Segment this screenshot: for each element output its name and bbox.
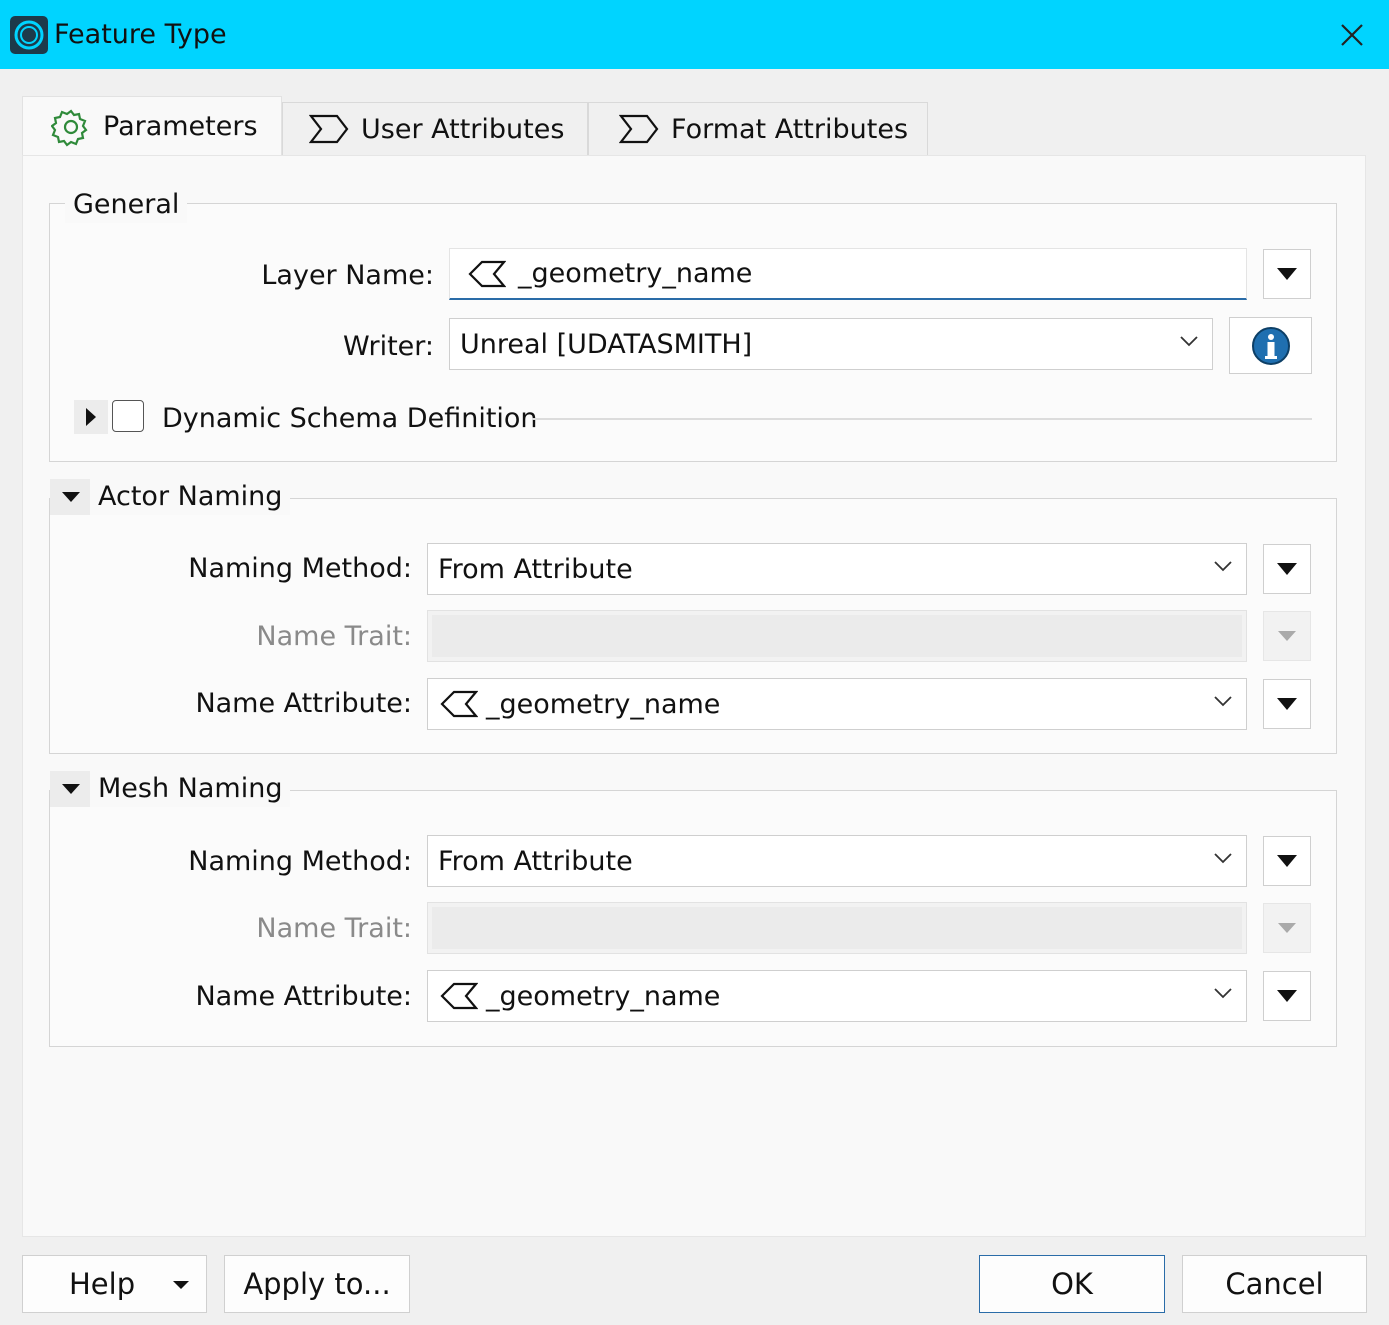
chevron-down-icon: [1214, 853, 1232, 864]
sigma-icon: [619, 114, 659, 144]
actor-name-trait-menu-button: [1263, 611, 1311, 661]
dynamic-schema-checkbox[interactable]: [112, 400, 144, 432]
actor-name-attribute-value: _geometry_name: [486, 688, 721, 720]
triangle-down-icon: [1277, 268, 1297, 280]
info-icon: [1251, 326, 1290, 365]
triangle-down-icon: [1277, 698, 1297, 710]
tab-user-attributes[interactable]: User Attributes: [282, 102, 588, 155]
writer-value: Unreal [UDATASMITH]: [460, 328, 753, 360]
triangle-down-icon: [1277, 990, 1297, 1002]
gear-icon: [51, 107, 91, 147]
triangle-right-icon: [86, 408, 96, 426]
triangle-down-icon: [62, 784, 80, 794]
actor-naming-group: Actor Naming Naming Method: From Attribu…: [49, 479, 1337, 754]
chevron-down-icon: [1180, 336, 1198, 347]
actor-naming-method-menu-button[interactable]: [1263, 544, 1311, 594]
apply-to-button[interactable]: Apply to...: [224, 1255, 410, 1313]
general-group-title: General: [65, 187, 188, 223]
actor-naming-collapse[interactable]: [50, 479, 92, 515]
layer-name-menu-button[interactable]: [1263, 249, 1311, 299]
writer-info-button[interactable]: [1229, 317, 1312, 374]
mesh-name-trait-menu-button: [1263, 903, 1311, 953]
triangle-down-icon: [173, 1281, 189, 1289]
help-button-label: Help: [69, 1267, 136, 1301]
title-bar: Feature Type: [0, 0, 1389, 69]
mesh-name-attribute-label: Name Attribute:: [195, 981, 412, 1012]
sigma-icon: [309, 114, 349, 144]
actor-name-trait-label: Name Trait:: [256, 621, 412, 652]
parameters-panel: General Layer Name: _geometry_name Write…: [22, 155, 1366, 1237]
mesh-name-trait-label: Name Trait:: [256, 913, 412, 944]
writer-label: Writer:: [342, 331, 434, 362]
cancel-button-label: Cancel: [1225, 1267, 1324, 1301]
mesh-naming-collapse[interactable]: [50, 771, 92, 807]
triangle-down-icon: [1278, 923, 1296, 933]
tab-format-attributes[interactable]: Format Attributes: [588, 102, 928, 155]
window-title: Feature Type: [54, 19, 227, 50]
dynamic-schema-label: Dynamic Schema Definition: [162, 403, 538, 434]
tab-parameters[interactable]: Parameters: [22, 96, 282, 156]
tab-parameters-label: Parameters: [103, 111, 258, 142]
mesh-name-trait-field: [427, 902, 1247, 954]
general-group: General Layer Name: _geometry_name Write…: [49, 187, 1337, 462]
attribute-icon: [468, 260, 506, 288]
attribute-icon: [440, 690, 478, 718]
attribute-icon: [440, 982, 478, 1010]
layer-name-value: _geometry_name: [518, 258, 753, 289]
triangle-down-icon: [1277, 563, 1297, 575]
layer-name-field[interactable]: _geometry_name: [449, 248, 1247, 300]
chevron-down-icon: [1214, 696, 1232, 707]
ok-button-label: OK: [1051, 1267, 1093, 1301]
actor-name-attribute-select[interactable]: _geometry_name: [427, 678, 1247, 730]
mesh-name-attribute-value: _geometry_name: [486, 980, 721, 1012]
chevron-down-icon: [1214, 988, 1232, 999]
mesh-naming-method-menu-button[interactable]: [1263, 836, 1311, 886]
layer-name-label: Layer Name:: [261, 260, 434, 291]
actor-name-trait-field: [427, 610, 1247, 662]
actor-naming-method-select[interactable]: From Attribute: [427, 543, 1247, 595]
actor-name-attribute-menu-button[interactable]: [1263, 679, 1311, 729]
help-button[interactable]: Help: [22, 1255, 207, 1313]
dynamic-schema-expander[interactable]: [74, 400, 108, 434]
apply-to-button-label: Apply to...: [243, 1267, 391, 1301]
chevron-down-icon: [1214, 561, 1232, 572]
ok-button[interactable]: OK: [979, 1255, 1165, 1313]
close-icon[interactable]: [1335, 18, 1369, 52]
triangle-down-icon: [1277, 855, 1297, 867]
tab-user-attributes-label: User Attributes: [361, 113, 565, 145]
mesh-naming-method-label: Naming Method:: [188, 846, 412, 877]
dynamic-schema-separator: [532, 418, 1312, 420]
app-logo-icon: [10, 16, 48, 54]
actor-naming-method-value: From Attribute: [438, 553, 633, 585]
writer-field[interactable]: Unreal [UDATASMITH]: [449, 318, 1213, 370]
actor-naming-method-label: Naming Method:: [188, 553, 412, 584]
triangle-down-icon: [62, 492, 80, 502]
mesh-name-attribute-menu-button[interactable]: [1263, 971, 1311, 1021]
cancel-button[interactable]: Cancel: [1182, 1255, 1367, 1313]
mesh-naming-title: Mesh Naming: [90, 771, 291, 807]
actor-name-attribute-label: Name Attribute:: [195, 688, 412, 719]
mesh-naming-method-value: From Attribute: [438, 845, 633, 877]
triangle-down-icon: [1278, 631, 1296, 641]
mesh-naming-method-select[interactable]: From Attribute: [427, 835, 1247, 887]
mesh-naming-group: Mesh Naming Naming Method: From Attribut…: [49, 771, 1337, 1047]
actor-naming-title: Actor Naming: [90, 479, 291, 515]
tab-format-attributes-label: Format Attributes: [671, 113, 909, 145]
mesh-name-attribute-select[interactable]: _geometry_name: [427, 970, 1247, 1022]
